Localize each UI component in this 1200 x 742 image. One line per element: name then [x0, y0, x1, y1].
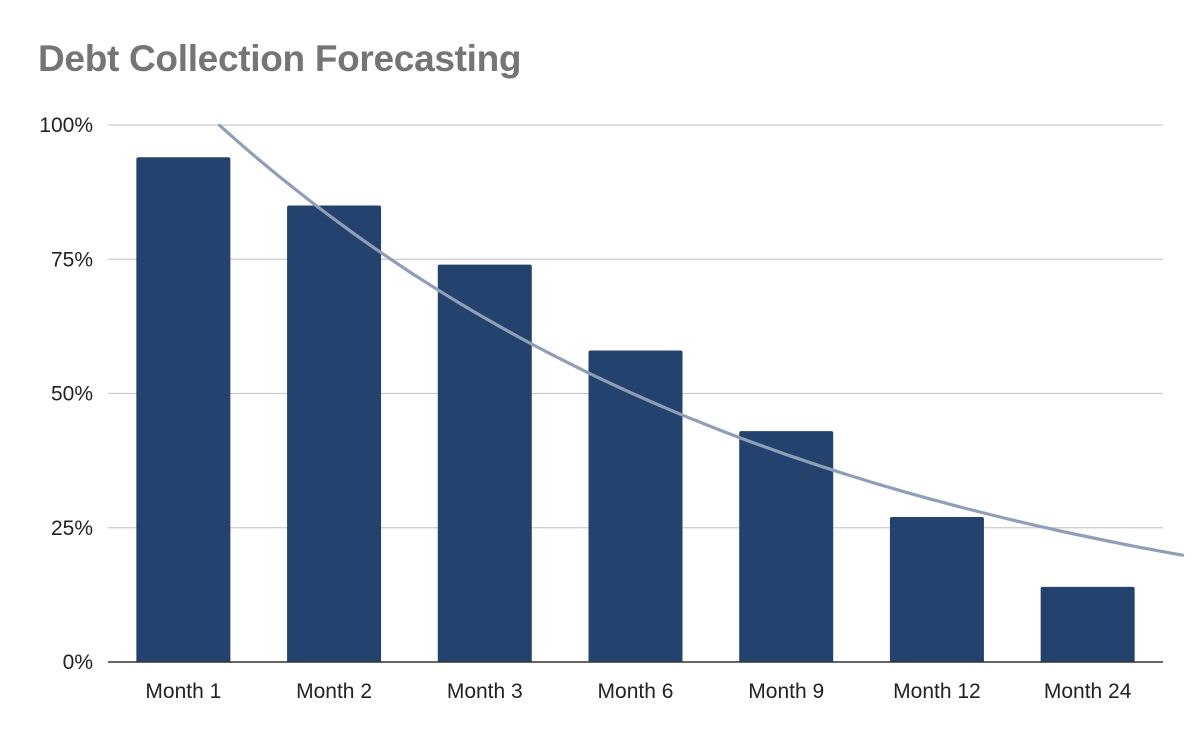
x-tick-label: Month 6 [598, 680, 674, 703]
x-tick-label: Month 24 [1044, 680, 1132, 703]
y-tick-label: 100% [39, 114, 93, 137]
bar-month-3 [437, 264, 532, 662]
bar-month-12 [889, 517, 984, 662]
y-tick-label: 50% [51, 383, 93, 406]
bars [136, 157, 1135, 663]
y-tick-label: 0% [63, 651, 93, 674]
y-axis-tick-labels: 0% 25% 50% 75% 100% [39, 114, 93, 674]
x-tick-label: Month 1 [145, 680, 221, 703]
x-axis-tick-labels: Month 1 Month 2 Month 3 Month 6 Month 9 Month… [145, 680, 1131, 703]
x-tick-label: Month 2 [296, 680, 372, 703]
x-tick-label: Month 9 [748, 680, 824, 703]
bar-month-2 [287, 205, 382, 663]
x-tick-label: Month 3 [447, 680, 523, 703]
bar-month-24 [1040, 586, 1135, 662]
x-tick-label: Month 12 [893, 680, 981, 703]
bar-month-6 [588, 350, 683, 662]
y-tick-label: 75% [51, 248, 93, 271]
chart-plot: 0%25%50%75%100% Month 1 Month 2 Month 3 Mon… [39, 114, 1185, 703]
bar-month-1 [136, 157, 231, 662]
y-tick-label: 25% [51, 517, 93, 540]
